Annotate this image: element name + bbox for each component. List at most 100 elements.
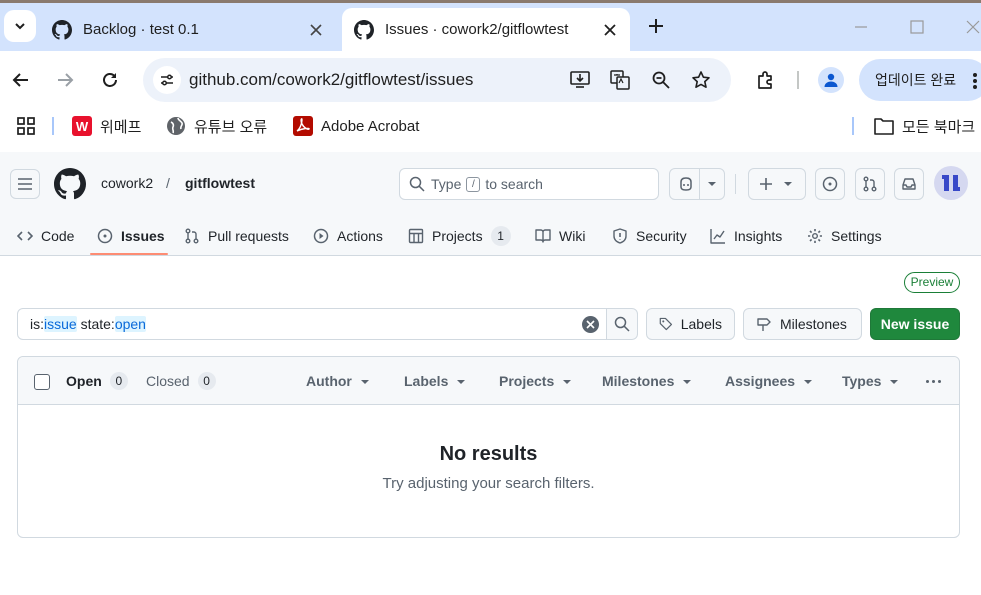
menu-button[interactable] [10, 169, 40, 199]
tab-label: Actions [337, 228, 383, 244]
plus-icon [649, 19, 663, 33]
clear-filter-icon[interactable] [582, 316, 599, 333]
tab-title: Issues · cowork2/gitflowtest [385, 21, 569, 38]
open-issues-tab[interactable]: Open 0 [66, 372, 128, 390]
shield-icon [613, 228, 627, 244]
tab-security[interactable]: Security [612, 222, 687, 250]
extensions-icon[interactable] [751, 66, 779, 94]
breadcrumb-owner[interactable]: cowork2 [101, 175, 153, 191]
bookmark-youtube-error[interactable]: 유튜브 오류 [166, 115, 267, 137]
issues-shortcut-button[interactable] [815, 168, 845, 200]
reload-button[interactable] [94, 64, 126, 96]
close-tab-icon[interactable] [596, 16, 624, 44]
acrobat-icon [293, 116, 313, 136]
more-options-icon[interactable] [926, 380, 941, 383]
tab-insights[interactable]: Insights [710, 222, 782, 250]
translate-icon[interactable] [609, 69, 631, 91]
tab-label: Pull requests [208, 228, 289, 244]
all-bookmarks-folder[interactable]: 모든 북마크 [874, 115, 975, 137]
update-label: 업데이트 완료 [875, 72, 957, 88]
wemakeprice-icon: W [72, 116, 92, 136]
folder-icon [874, 116, 894, 136]
repository-navigation: Code Issues Pull requests Actions Projec… [0, 216, 981, 256]
apps-button[interactable] [16, 115, 36, 137]
copilot-button[interactable] [669, 168, 725, 200]
reload-icon [103, 73, 117, 87]
browser-tab-backlog[interactable]: Backlog · test 0.1 [40, 8, 336, 51]
hamburger-icon [18, 178, 32, 190]
types-filter[interactable]: Types [842, 373, 899, 389]
assignees-filter[interactable]: Assignees [725, 373, 813, 389]
milestones-button[interactable]: Milestones [743, 308, 862, 340]
author-filter[interactable]: Author [306, 373, 369, 389]
close-window-button[interactable] [958, 12, 981, 42]
tab-actions[interactable]: Actions [313, 222, 383, 250]
url-text[interactable]: github.com/cowork2/gitflowtest/issues [189, 70, 473, 90]
milestones-filter[interactable]: Milestones [602, 373, 692, 389]
tab-projects[interactable]: Projects 1 [408, 222, 511, 250]
forward-button[interactable] [49, 64, 81, 96]
github-logo-icon[interactable] [54, 168, 86, 200]
projects-filter[interactable]: Projects [499, 373, 572, 389]
gear-icon [808, 229, 822, 243]
close-tab-icon[interactable] [302, 16, 330, 44]
address-bar[interactable]: github.com/cowork2/gitflowtest/issues [143, 58, 731, 102]
breadcrumb-repo[interactable]: gitflowtest [185, 175, 255, 191]
github-header: cowork2 / gitflowtest Type / to search C… [0, 152, 981, 256]
milestone-icon [757, 318, 771, 331]
book-icon [535, 229, 551, 243]
bookmark-adobe-acrobat[interactable]: Adobe Acrobat [293, 115, 419, 137]
tab-search-button[interactable] [4, 10, 36, 42]
pull-request-icon [185, 228, 199, 244]
more-vertical-icon [973, 73, 977, 89]
select-all-checkbox[interactable] [34, 374, 50, 390]
minimize-button[interactable] [846, 12, 876, 42]
browser-tab-issues[interactable]: Issues · cowork2/gitflowtest [342, 8, 630, 51]
site-info-button[interactable] [153, 66, 181, 94]
tab-settings[interactable]: Settings [807, 222, 882, 250]
labels-button-label: Labels [680, 316, 722, 332]
search-issues-button[interactable] [606, 308, 638, 340]
install-app-icon[interactable] [569, 69, 591, 91]
profile-avatar-icon[interactable] [818, 67, 844, 93]
issues-filter-input[interactable]: is: issue state: open [17, 308, 607, 340]
closed-issues-tab[interactable]: Closed 0 [146, 372, 216, 390]
preview-badge[interactable]: Preview [904, 272, 960, 293]
tab-label: Insights [734, 228, 783, 244]
filter-label: Milestones [602, 373, 675, 389]
filter-label: Assignees [725, 373, 796, 389]
tab-pull-requests[interactable]: Pull requests [184, 222, 289, 250]
closed-label: Closed [146, 373, 190, 389]
bookmark-divider [52, 117, 54, 135]
update-complete-button[interactable]: 업데이트 완료 [859, 59, 981, 101]
git-pull-request-icon [863, 176, 877, 192]
labels-filter[interactable]: Labels [404, 373, 466, 389]
tab-label: Issues [121, 228, 165, 244]
bookmark-star-icon[interactable] [690, 69, 712, 91]
zoom-out-icon[interactable] [650, 69, 672, 91]
github-favicon-icon [52, 19, 72, 40]
create-new-button[interactable] [748, 168, 806, 200]
chevron-down-icon [784, 182, 792, 186]
tab-wiki[interactable]: Wiki [535, 222, 585, 250]
new-tab-button[interactable] [642, 12, 670, 40]
header-divider [735, 174, 736, 194]
caret-down-icon [890, 379, 899, 384]
svg-text:W: W [76, 119, 89, 134]
user-avatar[interactable] [934, 166, 968, 200]
tab-issues[interactable]: Issues [97, 222, 165, 250]
tab-label: Code [41, 228, 75, 244]
bookmark-wemakeprice[interactable]: W 위메프 [72, 115, 141, 137]
notifications-button[interactable] [894, 168, 924, 200]
pull-requests-shortcut-button[interactable] [855, 168, 885, 200]
open-label: Open [66, 373, 102, 389]
tab-code[interactable]: Code [17, 222, 74, 250]
window-top-edge [0, 0, 981, 3]
github-search-input[interactable]: Type / to search [399, 168, 659, 200]
maximize-button[interactable] [902, 12, 932, 42]
labels-button[interactable]: Labels [646, 308, 735, 340]
new-issue-button[interactable]: New issue [870, 308, 960, 340]
back-button[interactable] [5, 64, 37, 96]
globe-icon [166, 116, 186, 136]
browser-toolbar: github.com/cowork2/gitflowtest/issues 업데… [0, 51, 981, 109]
